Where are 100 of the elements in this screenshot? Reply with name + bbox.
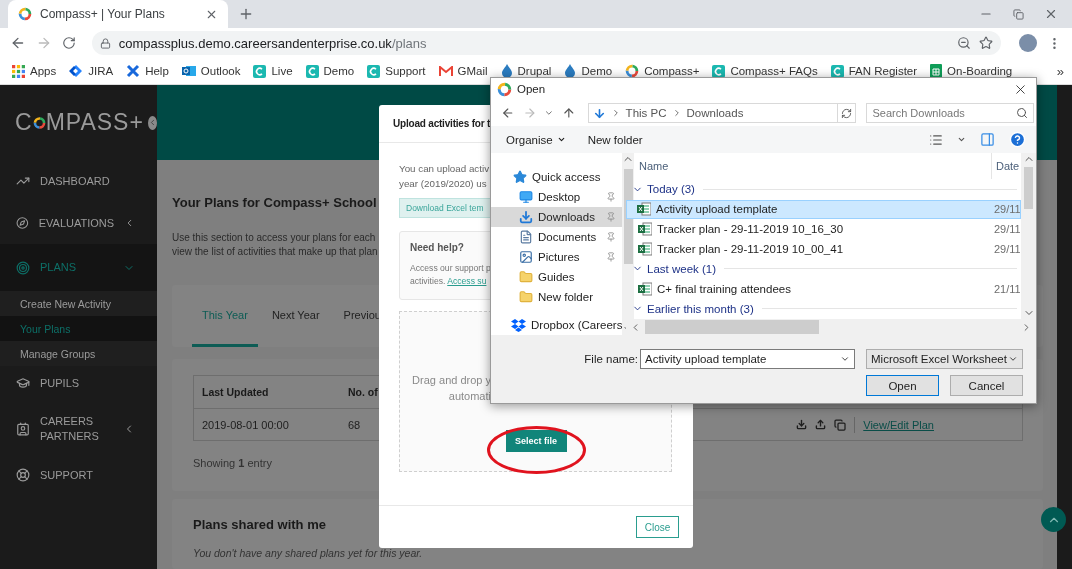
help-title: Need help? — [410, 242, 464, 253]
browser-tab[interactable]: Compass+ | Your Plans — [8, 0, 228, 28]
close-icon[interactable] — [1044, 7, 1058, 21]
folder-nav-item[interactable]: Guides — [491, 267, 623, 287]
nav-item[interactable]: SUPPORT — [0, 458, 157, 492]
bookmark-label[interactable]: Support — [385, 65, 426, 77]
collapse-button[interactable] — [147, 115, 157, 130]
scroll-thumb[interactable] — [645, 320, 819, 334]
folder-nav-item[interactable]: Downloads — [491, 207, 623, 227]
reload-icon[interactable] — [61, 36, 76, 50]
column-header[interactable]: Name — [626, 160, 991, 172]
folder-nav-item[interactable]: Pictures — [491, 247, 623, 267]
file-type-select[interactable]: Microsoft Excel Worksheet — [866, 349, 1023, 369]
bookmark-link[interactable]: Support — [367, 64, 426, 78]
up-icon[interactable] — [562, 106, 576, 120]
back-icon[interactable] — [10, 35, 26, 51]
bookmark-label[interactable]: JIRA — [88, 65, 114, 77]
help-icon[interactable] — [1009, 131, 1026, 148]
caret-icon — [556, 135, 566, 144]
bookmark-link[interactable]: Demo — [564, 64, 613, 78]
profile-avatar[interactable] — [1019, 34, 1038, 52]
bookmark-label[interactable]: Compass+ — [644, 65, 700, 77]
bookmark-label[interactable]: FAN Register — [848, 65, 918, 77]
file-row[interactable]: Activity upload template 29/11 — [626, 199, 1021, 220]
new-tab-icon[interactable] — [238, 6, 254, 22]
download-icon[interactable] — [796, 419, 808, 430]
dialog-button[interactable]: Open — [866, 375, 939, 396]
folder-nav-item[interactable]: Dropbox (Careers — [491, 315, 623, 335]
bookmark-label[interactable]: GMail — [457, 65, 488, 77]
bookmark-link[interactable]: JIRA — [69, 64, 114, 78]
nav-subitem[interactable]: Manage Groups — [0, 341, 157, 366]
year-tab[interactable]: Next Year — [261, 285, 330, 347]
bookmark-link[interactable]: Outlook — [181, 64, 241, 78]
bookmark-label[interactable]: Outlook — [200, 65, 241, 77]
file-row[interactable]: Tracker plan - 29-11-2019 10_00_41 29/11 — [627, 238, 1021, 259]
upload-icon[interactable] — [815, 419, 827, 430]
bookmark-link[interactable]: Compass+ — [625, 64, 700, 78]
nav-item[interactable]: CAREERS PARTNERS — [0, 400, 157, 458]
caret-icon[interactable] — [957, 135, 966, 144]
preview-pane-icon[interactable] — [980, 132, 995, 147]
bookmark-link[interactable]: FAN Register — [830, 64, 918, 78]
bookmark-link[interactable]: Apps — [12, 64, 57, 78]
bookmark-star-icon[interactable] — [979, 36, 994, 50]
path-bar[interactable]: This PC Downloads — [587, 103, 857, 123]
bookmark-label[interactable]: On-Boarding — [947, 65, 1013, 77]
drop-icon — [500, 64, 513, 78]
cross-icon — [126, 64, 141, 78]
more-bookmarks[interactable]: » — [1056, 63, 1064, 79]
logo-text: MPASS+ — [45, 109, 144, 136]
nav-item[interactable]: EVALUATIONS — [0, 202, 157, 244]
file-name-field[interactable]: Activity upload template — [640, 349, 855, 369]
view-options-icon[interactable] — [929, 132, 943, 147]
file-row[interactable]: Tracker plan - 29-11-2019 10_16_30 29/11 — [627, 219, 1021, 239]
bookmark-link[interactable]: On-Boarding — [930, 64, 1013, 78]
empty-message: You don't have any shared plans yet for this year. — [193, 547, 424, 559]
copy-icon[interactable] — [834, 418, 847, 431]
dialog-button[interactable]: Cancel — [950, 375, 1023, 396]
close-button[interactable]: Close — [636, 516, 679, 538]
folder-nav-item[interactable]: Quick access — [491, 167, 623, 187]
spreadsheet-icon — [638, 241, 652, 256]
bookmark-label[interactable]: Compass+ FAQs — [730, 65, 818, 77]
bookmark-link[interactable]: Drupal — [500, 64, 552, 78]
zoom-icon[interactable] — [957, 36, 972, 50]
group-header: Last week (1) — [647, 262, 717, 275]
bookmark-link[interactable]: Compass+ FAQs — [712, 64, 818, 78]
back-icon[interactable] — [501, 106, 515, 120]
bookmark-link[interactable]: Help — [126, 64, 169, 78]
compass-icon — [16, 216, 29, 230]
bookmark-link[interactable]: Demo — [305, 64, 355, 78]
path-segment[interactable]: This PC — [625, 107, 667, 119]
restore-icon[interactable] — [1013, 8, 1024, 20]
download-icon — [519, 210, 533, 224]
table-cell-text: 68 — [348, 418, 362, 431]
bookmark-label[interactable]: Help — [145, 65, 169, 77]
bookmark-label[interactable]: Apps — [30, 65, 57, 77]
group-header: Earlier this month (3) — [647, 302, 754, 315]
file-row[interactable]: C+ final training attendees 21/11 — [627, 278, 1021, 299]
forward-icon[interactable] — [522, 106, 537, 120]
bookmark-label[interactable]: Drupal — [517, 65, 552, 77]
nav-item[interactable]: PUPILS — [0, 366, 157, 400]
path-segment[interactable]: Downloads — [686, 107, 744, 119]
bookmark-label[interactable]: Live — [271, 65, 293, 77]
folder-nav-item[interactable]: New folder — [491, 287, 623, 307]
address-bar[interactable]: compassplus.demo.careersandenterprise.co.uk/plans — [91, 31, 1002, 55]
folder-nav-item[interactable]: Documents — [491, 227, 623, 247]
organise-menu[interactable]: Organise — [506, 133, 566, 146]
bookmark-link[interactable]: Live — [253, 64, 293, 78]
new-folder-button[interactable]: New folder — [587, 133, 643, 146]
select-file-button[interactable]: Select file — [505, 430, 567, 452]
bookmark-c-icon — [367, 64, 381, 78]
recent-locations-icon[interactable] — [544, 108, 554, 118]
bookmark-link[interactable]: GMail — [438, 65, 488, 77]
star-icon — [513, 170, 527, 184]
nav-subitem[interactable]: Create New Activity — [0, 291, 157, 316]
search-field[interactable]: Search Downloads — [866, 103, 1035, 123]
table-cell-text: 2019-08-01 00:00 — [202, 418, 290, 431]
bookmark-label[interactable]: Demo — [581, 65, 613, 77]
scroll-thumb[interactable] — [1024, 167, 1033, 209]
bookmark-label[interactable]: Demo — [323, 65, 355, 77]
nav-item[interactable]: DASHBOARD — [0, 160, 157, 202]
